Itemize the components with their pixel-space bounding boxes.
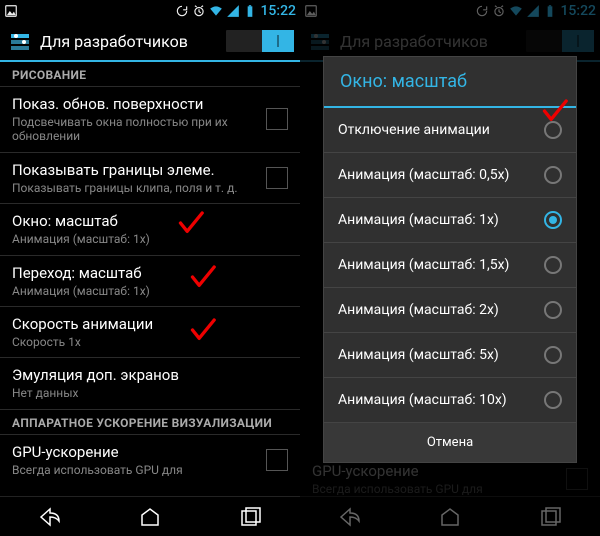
photo-icon bbox=[4, 4, 18, 18]
item-transition-animation-scale[interactable]: Переход: масштаб Анимация (масштаб: 1x) bbox=[0, 256, 300, 307]
dialog-option[interactable]: Анимация (масштаб: 1x) bbox=[324, 198, 576, 243]
section-header: АППАРАТНОЕ УСКОРЕНИЕ ВИЗУАЛИЗАЦИИ bbox=[0, 410, 300, 435]
item-title: Переход: масштаб bbox=[12, 264, 288, 282]
dialog-cancel-button[interactable]: Отмена bbox=[324, 423, 576, 462]
item-title: GPU-ускорение bbox=[12, 443, 256, 461]
item-sub: Всегда использовать GPU для bbox=[12, 463, 256, 477]
dialog-option-label: Анимация (масштаб: 10x) bbox=[338, 392, 544, 408]
clock: 15:22 bbox=[260, 3, 296, 19]
radio-button[interactable] bbox=[544, 121, 562, 139]
dialog-option[interactable]: Анимация (масштаб: 0,5x) bbox=[324, 153, 576, 198]
radio-button[interactable] bbox=[544, 346, 562, 364]
alarm-icon bbox=[192, 4, 206, 18]
battery-icon bbox=[243, 4, 257, 18]
dialog-option-label: Отключение анимации bbox=[338, 122, 544, 138]
item-title: Окно: масштаб bbox=[12, 212, 288, 230]
dialog-option[interactable]: Анимация (масштаб: 10x) bbox=[324, 378, 576, 423]
item-title: Эмуляция доп. экранов bbox=[12, 366, 288, 384]
dialog-option-label: Анимация (масштаб: 2x) bbox=[338, 302, 544, 318]
section-header: РИСОВАНИЕ bbox=[0, 62, 300, 87]
radio-button[interactable] bbox=[544, 211, 562, 229]
recents-button[interactable] bbox=[238, 505, 262, 529]
item-gpu-rendering[interactable]: GPU-ускорение Всегда использовать GPU дл… bbox=[0, 435, 300, 485]
item-sub: Подсвечивать окна полностью при их обнов… bbox=[12, 115, 256, 144]
radio-button[interactable] bbox=[544, 301, 562, 319]
dialog-option[interactable]: Анимация (масштаб: 2x) bbox=[324, 288, 576, 333]
item-title: Скорость анимации bbox=[12, 315, 288, 333]
dialog-scrim[interactable]: Окно: масштаб Отключение анимации Анимаци… bbox=[300, 0, 600, 536]
radio-button[interactable] bbox=[544, 256, 562, 274]
dialog-option[interactable]: Анимация (масштаб: 5x) bbox=[324, 333, 576, 378]
settings-icon[interactable] bbox=[6, 27, 34, 55]
item-sub: Показывать границы клипа, поля и т. д. bbox=[12, 181, 256, 195]
checkbox[interactable] bbox=[266, 167, 288, 189]
master-toggle[interactable] bbox=[226, 30, 294, 52]
dialog-option[interactable]: Анимация (масштаб: 1,5x) bbox=[324, 243, 576, 288]
item-title: Показывать границы элеме. bbox=[12, 161, 256, 179]
back-button[interactable] bbox=[38, 505, 62, 529]
item-sub: Нет данных bbox=[12, 386, 288, 400]
item-title: Показ. обнов. поверхности bbox=[12, 95, 256, 113]
action-bar: Для разработчиков bbox=[0, 22, 300, 62]
dialog-window-animation-scale: Окно: масштаб Отключение анимации Анимаци… bbox=[323, 56, 577, 463]
item-animator-duration-scale[interactable]: Скорость анимации Скорость 1x bbox=[0, 307, 300, 358]
dialog-option-label: Анимация (масштаб: 5x) bbox=[338, 347, 544, 363]
item-sub: Скорость 1x bbox=[12, 335, 288, 349]
dialog-option-label: Анимация (масштаб: 0,5x) bbox=[338, 167, 544, 183]
signal-icon bbox=[226, 4, 240, 18]
navigation-bar bbox=[0, 496, 300, 536]
radio-button[interactable] bbox=[544, 166, 562, 184]
action-bar-title: Для разработчиков bbox=[40, 32, 226, 51]
dialog-title: Окно: масштаб bbox=[324, 57, 576, 108]
item-show-layout-bounds[interactable]: Показывать границы элеме. Показывать гра… bbox=[0, 153, 300, 204]
item-simulate-secondary-displays[interactable]: Эмуляция доп. экранов Нет данных bbox=[0, 358, 300, 409]
radio-button[interactable] bbox=[544, 391, 562, 409]
checkbox[interactable] bbox=[266, 108, 288, 130]
dialog-option-label: Анимация (масштаб: 1,5x) bbox=[338, 257, 544, 273]
item-show-surface-updates[interactable]: Показ. обнов. поверхности Подсвечивать о… bbox=[0, 87, 300, 153]
home-button[interactable] bbox=[138, 505, 162, 529]
dialog-option-label: Анимация (масштаб: 1x) bbox=[338, 212, 544, 228]
item-sub: Анимация (масштаб: 1x) bbox=[12, 232, 288, 246]
item-window-animation-scale[interactable]: Окно: масштаб Анимация (масштаб: 1x) bbox=[0, 204, 300, 255]
item-sub: Анимация (масштаб: 1x) bbox=[12, 284, 288, 298]
checkbox[interactable] bbox=[266, 449, 288, 471]
wifi-icon bbox=[209, 4, 223, 18]
sync-icon bbox=[175, 4, 189, 18]
dialog-option[interactable]: Отключение анимации bbox=[324, 108, 576, 153]
status-bar: 15:22 bbox=[0, 0, 300, 22]
settings-list: РИСОВАНИЕ Показ. обнов. поверхности Подс… bbox=[0, 62, 300, 496]
